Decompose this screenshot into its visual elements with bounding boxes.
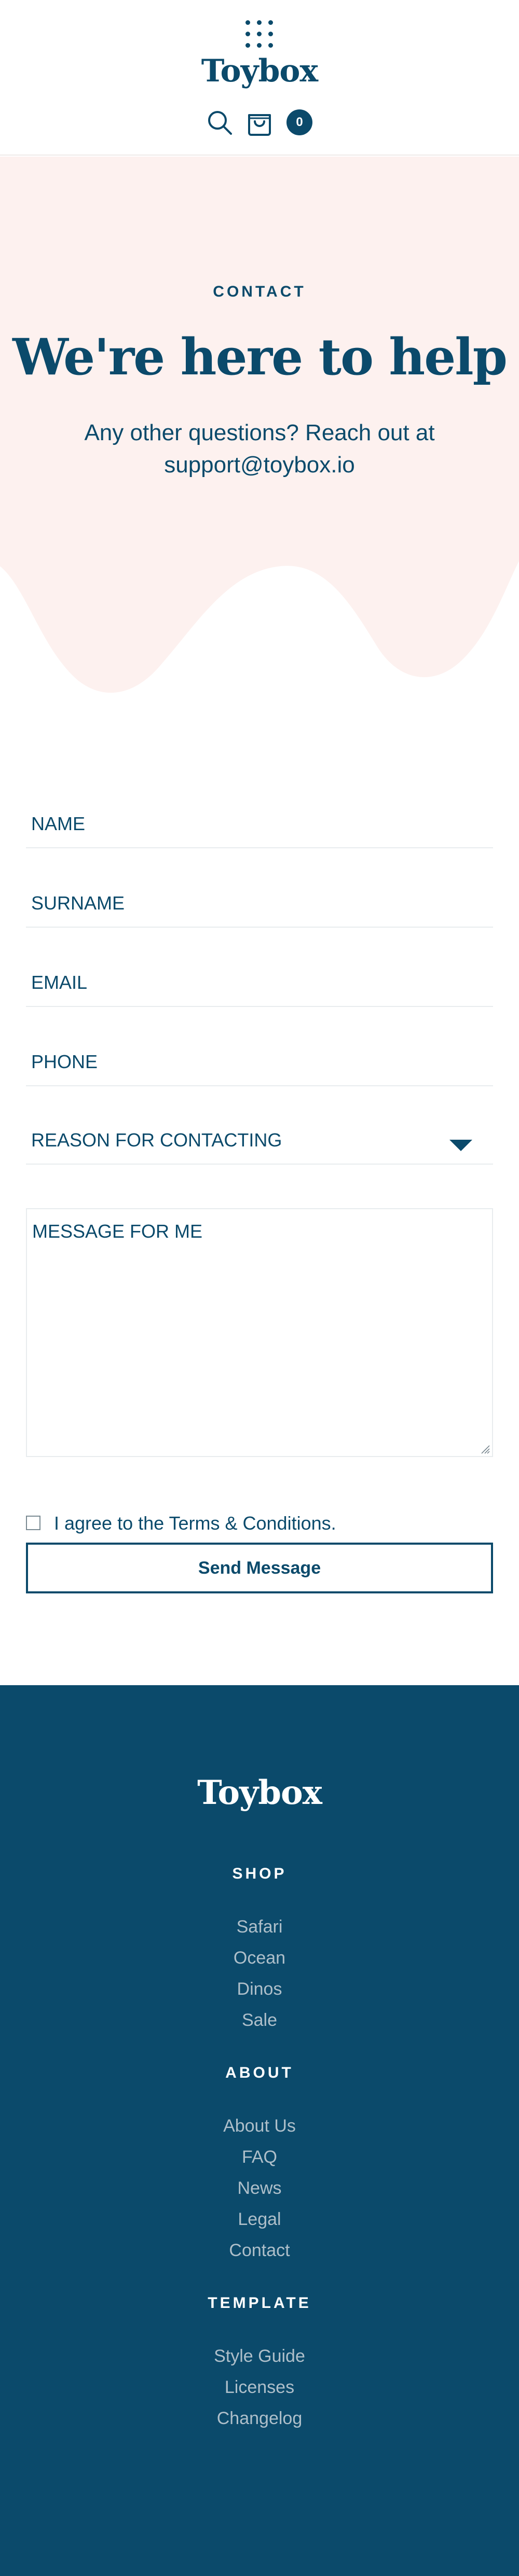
terms-checkbox[interactable] bbox=[26, 1516, 40, 1530]
terms-label[interactable]: I agree to the Terms & Conditions. bbox=[54, 1513, 336, 1534]
hero-eyebrow: CONTACT bbox=[213, 283, 306, 300]
email-label: EMAIL bbox=[31, 972, 88, 993]
surname-field[interactable]: SURNAME bbox=[26, 878, 493, 928]
chevron-down-icon[interactable] bbox=[449, 1140, 472, 1151]
footer-logo[interactable]: Toybox bbox=[0, 1773, 519, 1812]
phone-label: PHONE bbox=[31, 1051, 98, 1072]
reason-select[interactable]: REASON FOR CONTACTING bbox=[26, 1115, 493, 1165]
email-field[interactable]: EMAIL bbox=[26, 957, 493, 1007]
header-actions: 0 bbox=[0, 104, 519, 140]
hero-subtitle: Any other questions? Reach out at suppor… bbox=[84, 420, 435, 478]
footer-link-dinos[interactable]: Dinos bbox=[0, 1979, 519, 1999]
footer-link-sale[interactable]: Sale bbox=[0, 2010, 519, 2031]
shopping-bag-icon[interactable] bbox=[245, 108, 274, 137]
site-header: Toybox 0 bbox=[0, 0, 519, 156]
surname-label: SURNAME bbox=[31, 892, 125, 914]
grid-dots-icon[interactable] bbox=[244, 19, 275, 50]
footer-heading-shop: SHOP bbox=[232, 1865, 287, 1882]
message-label: MESSAGE FOR ME bbox=[32, 1221, 203, 1242]
footer-heading-about: ABOUT bbox=[225, 2064, 294, 2081]
footer-link-contact[interactable]: Contact bbox=[0, 2241, 519, 2261]
footer-link-licenses[interactable]: Licenses bbox=[0, 2377, 519, 2398]
footer-link-changelog[interactable]: Changelog bbox=[0, 2409, 519, 2429]
footer-link-about-us[interactable]: About Us bbox=[0, 2116, 519, 2136]
hero-section: CONTACT We're here to help Any other que… bbox=[0, 157, 519, 701]
name-field[interactable]: NAME bbox=[26, 799, 493, 848]
footer-link-faq[interactable]: FAQ bbox=[0, 2147, 519, 2167]
footer-heading-template: TEMPLATE bbox=[208, 2294, 311, 2312]
message-textarea[interactable]: MESSAGE FOR ME bbox=[26, 1208, 493, 1457]
page-title: We're here to help bbox=[12, 328, 508, 386]
footer-link-ocean[interactable]: Ocean bbox=[0, 1948, 519, 1968]
resize-handle-icon[interactable] bbox=[480, 1444, 490, 1454]
cart-count-badge[interactable]: 0 bbox=[286, 109, 312, 135]
footer-link-safari[interactable]: Safari bbox=[0, 1917, 519, 1937]
reason-label: REASON FOR CONTACTING bbox=[31, 1129, 282, 1151]
footer-link-style-guide[interactable]: Style Guide bbox=[0, 2346, 519, 2367]
send-message-button[interactable]: Send Message bbox=[26, 1543, 493, 1593]
search-icon[interactable] bbox=[206, 109, 233, 136]
site-logo[interactable]: Toybox bbox=[0, 53, 519, 89]
terms-agreement: I agree to the Terms & Conditions. bbox=[26, 1511, 493, 1537]
site-footer: Toybox SHOP Safari Ocean Dinos Sale ABOU… bbox=[0, 1685, 519, 2576]
footer-link-legal[interactable]: Legal bbox=[0, 2209, 519, 2230]
phone-field[interactable]: PHONE bbox=[26, 1037, 493, 1086]
footer-link-news[interactable]: News bbox=[0, 2178, 519, 2199]
name-label: NAME bbox=[31, 813, 86, 834]
